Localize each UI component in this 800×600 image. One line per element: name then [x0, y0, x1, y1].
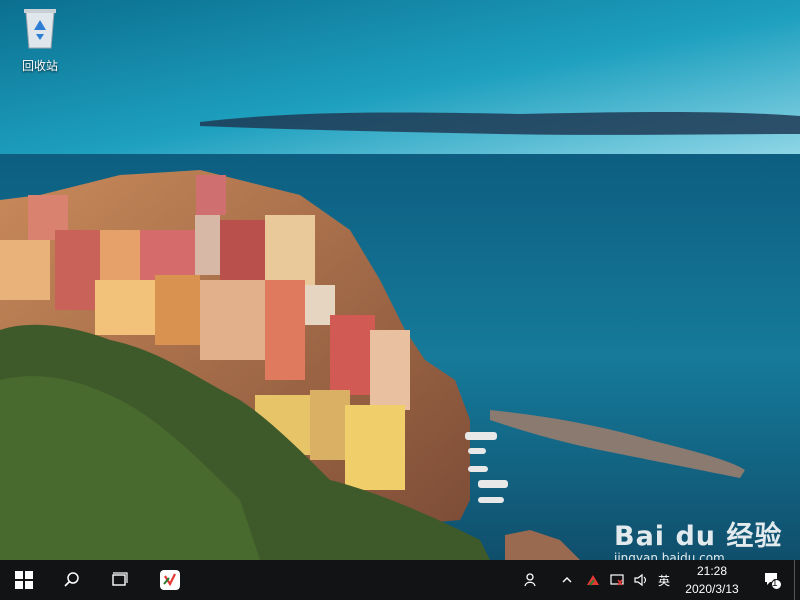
volume-icon [634, 573, 647, 587]
desktop: 回收站 Bai du 经验 jingyan.baidu.com [0, 0, 800, 560]
clock-date: 2020/3/13 [685, 582, 739, 596]
clock-time: 21:28 [696, 564, 728, 578]
show-hidden-icons-button[interactable] [556, 560, 578, 600]
notification-button[interactable]: 1 [756, 560, 788, 600]
task-view-icon [112, 572, 128, 586]
start-button[interactable] [0, 560, 48, 600]
volume-button[interactable] [630, 560, 652, 600]
show-desktop-button[interactable] [794, 560, 800, 600]
ime-button[interactable]: 英 [654, 560, 674, 600]
desktop-icon-recycle-bin[interactable]: 回收站 [12, 6, 68, 76]
people-button[interactable] [518, 560, 544, 600]
taskbar-app[interactable] [146, 560, 194, 600]
clock[interactable]: 21:28 2020/3/13 [678, 562, 746, 598]
desktop-icon-label: 回收站 [21, 59, 58, 73]
tray-app[interactable] [582, 560, 604, 600]
chevron-up-icon [562, 577, 572, 583]
watermark: Bai du 经验 jingyan.baidu.com [614, 514, 794, 560]
windows-logo-icon [15, 571, 33, 589]
search-icon [64, 572, 79, 587]
notification-count: 1 [772, 578, 778, 589]
network-button[interactable] [606, 560, 628, 600]
app-tray-icon [587, 575, 599, 586]
network-icon [610, 574, 624, 586]
search-button[interactable] [48, 560, 96, 600]
ime-label: 英 [657, 573, 670, 588]
wallpaper [0, 0, 800, 560]
taskbar: 英 21:28 2020/3/13 1 [0, 560, 800, 600]
task-view-button[interactable] [96, 560, 144, 600]
people-icon [524, 573, 536, 587]
recycle-bin-icon [24, 9, 56, 49]
watermark-logo: Bai du 经验 [614, 521, 783, 552]
app-icon [160, 570, 180, 590]
